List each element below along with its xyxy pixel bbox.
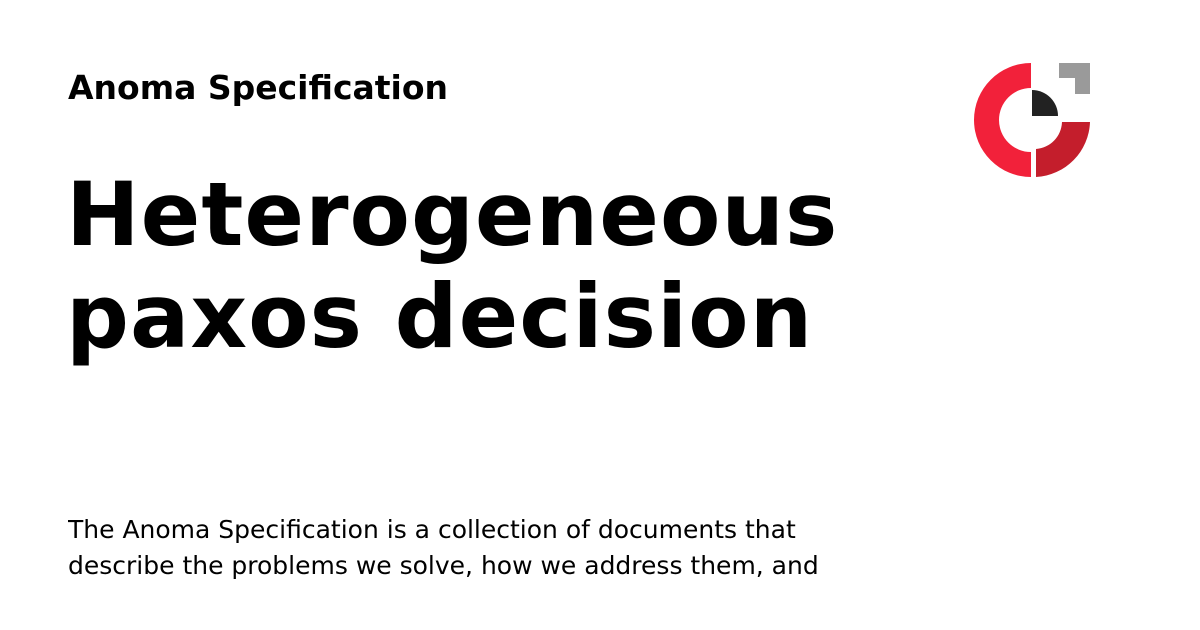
logo-center-quadrant: [1032, 90, 1058, 116]
logo-corner-gray: [1059, 63, 1090, 94]
logo-ring-left: [974, 63, 1031, 177]
site-name: Anoma Specification: [68, 68, 449, 107]
anoma-logo-icon: [974, 63, 1090, 177]
page-title: Heterogeneous paxos decision: [66, 163, 839, 368]
logo-ring-bottom-right: [1036, 122, 1090, 177]
page-description: The Anoma Specification is a collection …: [68, 515, 819, 590]
